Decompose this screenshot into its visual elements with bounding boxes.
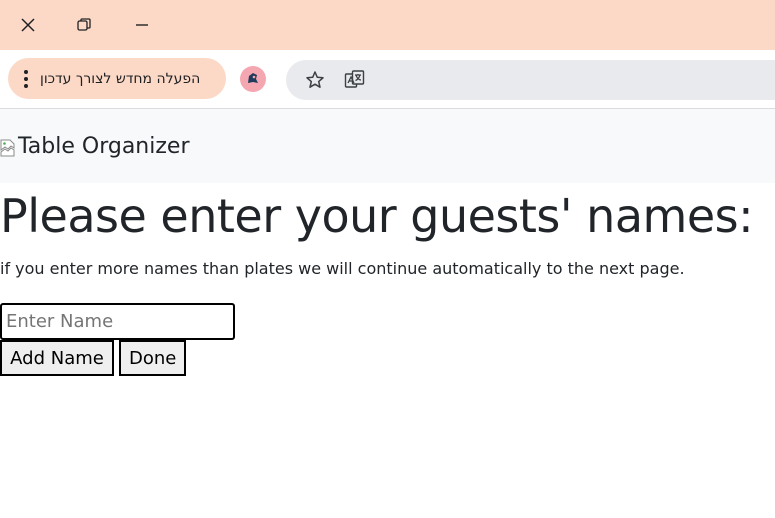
- translate-icon: [344, 70, 365, 88]
- kebab-menu-icon: [24, 69, 28, 88]
- minimize-window-button[interactable]: [114, 0, 170, 50]
- close-window-button[interactable]: [0, 0, 56, 50]
- star-icon: [306, 71, 324, 88]
- restore-icon: [77, 18, 91, 31]
- restore-window-button[interactable]: [56, 0, 112, 50]
- translate-button[interactable]: [344, 69, 366, 91]
- site-logo-link[interactable]: Table Organizer: [0, 134, 190, 159]
- add-name-button[interactable]: Add Name: [0, 340, 114, 376]
- broken-image-icon: [0, 138, 16, 156]
- page-title: Please enter your guests' names:: [0, 189, 754, 243]
- window-titlebar: [0, 0, 775, 50]
- profile-avatar-button[interactable]: [240, 66, 266, 92]
- done-button[interactable]: Done: [119, 340, 186, 376]
- update-relaunch-button[interactable]: הפעלה מחדש לצורך עדכון: [8, 58, 226, 99]
- update-relaunch-label: הפעלה מחדש לצורך עדכון: [40, 70, 201, 87]
- logo-alt-text: Table Organizer: [18, 134, 190, 159]
- close-icon: [21, 18, 35, 32]
- guest-name-input[interactable]: [0, 303, 235, 340]
- page-subtitle: if you enter more names than plates we w…: [0, 259, 685, 278]
- address-bar[interactable]: [286, 60, 775, 100]
- minimize-icon: [136, 24, 148, 26]
- bookmark-star-button[interactable]: [304, 69, 326, 91]
- profile-avatar-icon: [248, 73, 258, 83]
